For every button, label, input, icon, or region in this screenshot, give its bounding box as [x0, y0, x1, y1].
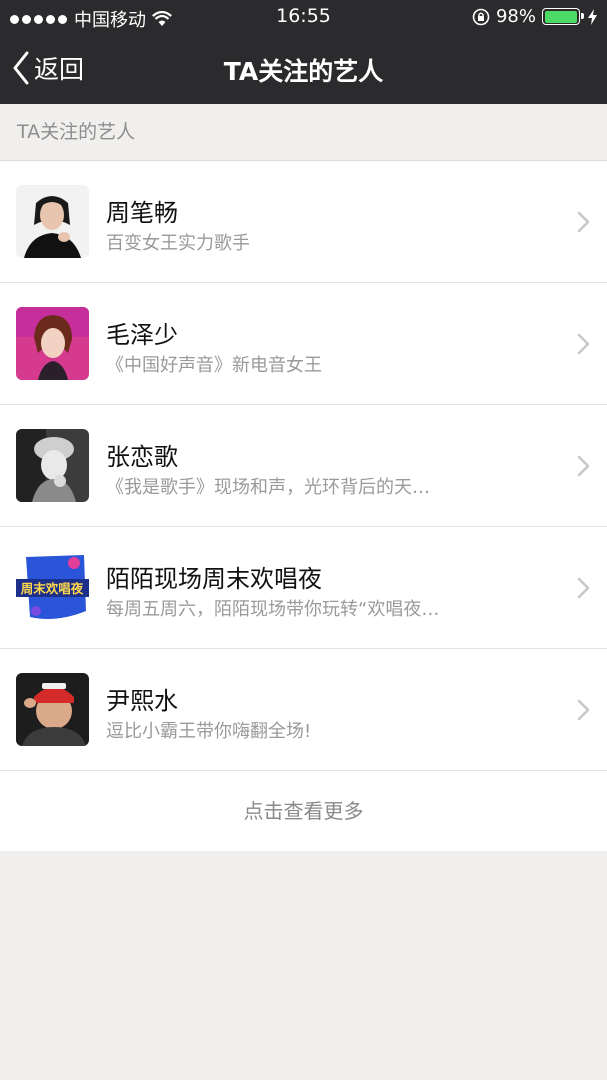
artist-list: 周笔畅 百变女王实力歌手 毛泽少 《中国好声音》新电音女王 张恋歌 《我是歌手》…	[0, 161, 607, 851]
portrait-woman-dark-icon	[16, 185, 89, 258]
charging-bolt-icon	[588, 8, 597, 25]
navigation-bar: 返回 TA关注的艺人	[0, 34, 607, 104]
artist-row[interactable]: 尹熙水 逗比小霸王带你嗨翻全场!	[0, 649, 607, 771]
artist-row[interactable]: 周末欢唱夜 陌陌现场周末欢唱夜 每周五周六，陌陌现场带你玩转“欢唱夜…	[0, 527, 607, 649]
battery-percent: 98%	[495, 6, 536, 27]
artist-description: 《我是歌手》现场和声，光环背后的天…	[106, 477, 430, 498]
chevron-right-icon	[577, 577, 590, 599]
chevron-right-icon	[577, 455, 590, 477]
chevron-right-icon	[577, 333, 590, 355]
load-more-button[interactable]: 点击查看更多	[0, 771, 607, 851]
chevron-right-icon	[577, 211, 590, 233]
orientation-lock-icon	[472, 8, 490, 25]
artist-name: 陌陌现场周末欢唱夜	[106, 565, 322, 593]
portrait-woman-pink-icon	[16, 307, 89, 380]
artist-description: 百变女王实力歌手	[106, 233, 250, 254]
svg-text:周末欢唱夜: 周末欢唱夜	[21, 581, 84, 596]
battery-icon	[542, 8, 584, 25]
artist-name: 张恋歌	[106, 443, 178, 471]
battery-level	[544, 10, 577, 23]
section-header: TA关注的艺人	[0, 104, 607, 161]
artist-row[interactable]: 张恋歌 《我是歌手》现场和声，光环背后的天…	[0, 405, 607, 527]
status-bar-right: 98%	[472, 6, 597, 27]
chevron-right-icon	[577, 699, 590, 721]
artist-row[interactable]: 毛泽少 《中国好声音》新电音女王	[0, 283, 607, 405]
artist-description: 每周五周六，陌陌现场带你玩转“欢唱夜…	[106, 599, 440, 620]
artist-description: 逗比小霸王带你嗨翻全场!	[106, 721, 312, 742]
page-title: TA关注的艺人	[223, 57, 384, 86]
event-logo-icon: 周末欢唱夜	[16, 551, 89, 624]
top-bar: 中国移动 16:55 98% 返回 TA关注的艺人	[0, 0, 607, 104]
portrait-man-red-cap-icon	[16, 673, 89, 746]
status-bar: 中国移动 16:55 98%	[0, 0, 607, 34]
artist-name: 尹熙水	[106, 687, 178, 715]
portrait-woman-bw-icon	[16, 429, 89, 502]
artist-name: 毛泽少	[106, 321, 178, 349]
artist-name: 周笔畅	[106, 199, 178, 227]
artist-row[interactable]: 周笔畅 百变女王实力歌手	[0, 161, 607, 283]
artist-description: 《中国好声音》新电音女王	[106, 355, 322, 376]
